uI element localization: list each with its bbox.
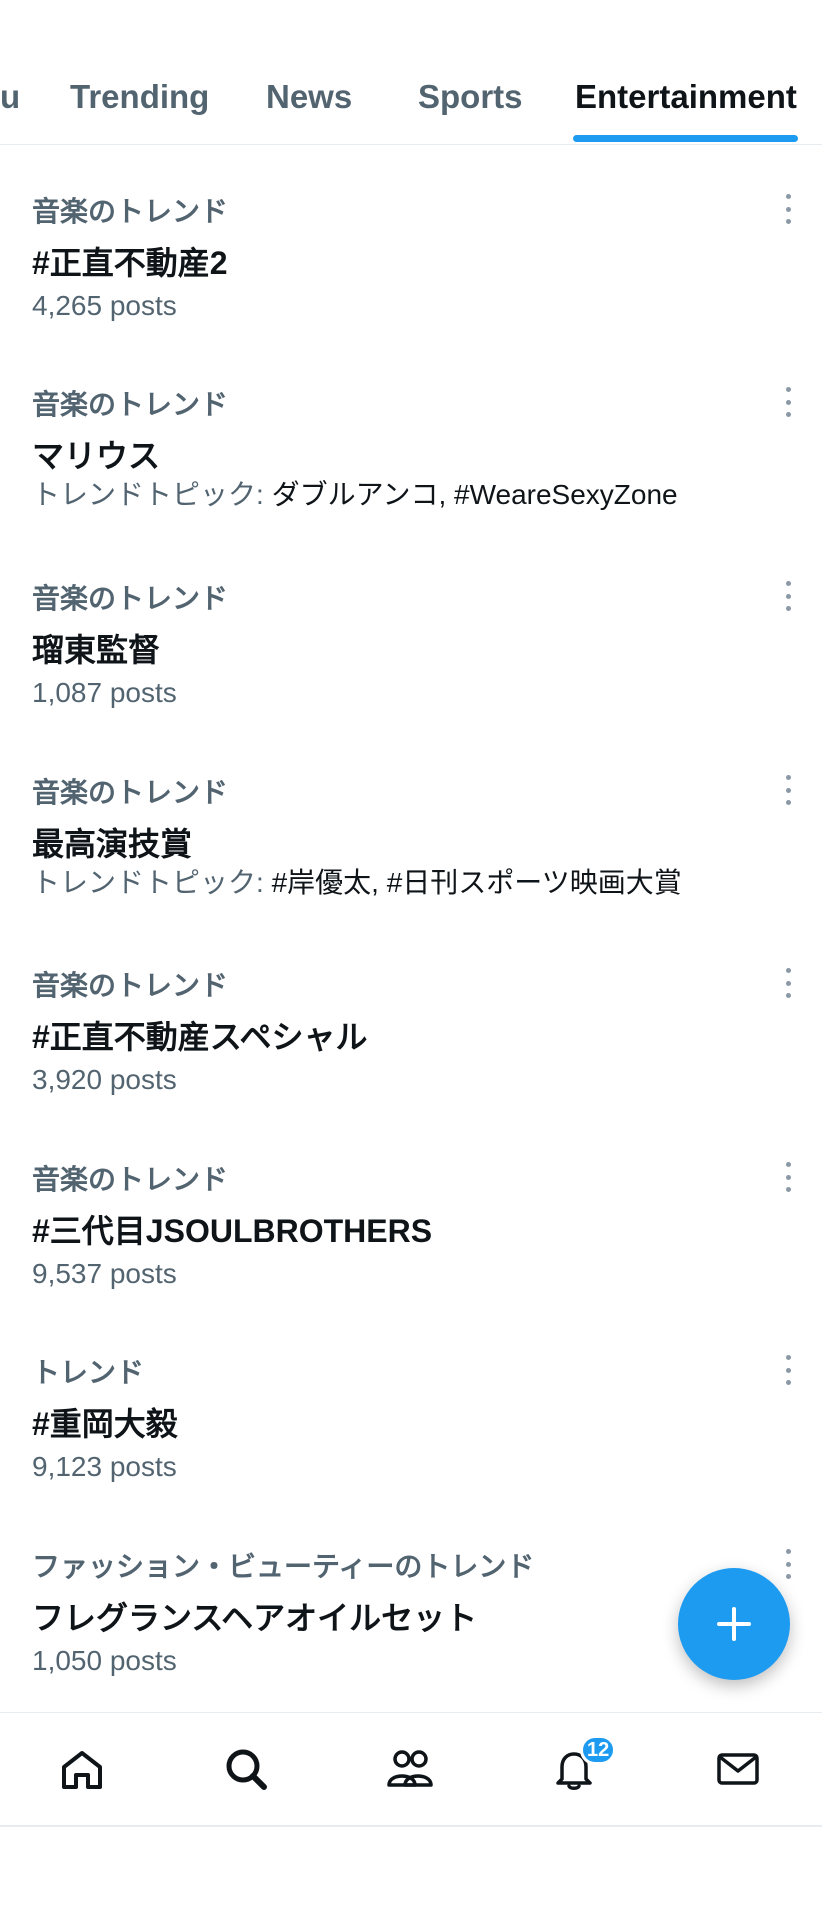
more-options-icon[interactable] (778, 581, 798, 611)
more-options-icon[interactable] (778, 775, 798, 805)
tab-news[interactable]: News (266, 78, 352, 116)
nav-messages-button[interactable] (710, 1741, 766, 1797)
trend-category: 音楽のトレンド (32, 196, 229, 227)
more-options-icon[interactable] (778, 1549, 798, 1579)
notification-count-badge: 12 (580, 1735, 617, 1765)
trend-topics-values: ダブルアンコ, #WeareSexyZone (271, 479, 678, 510)
trend-name: #正直不動産2 (32, 245, 228, 281)
tab-trending[interactable]: Trending (70, 78, 209, 116)
trend-item[interactable]: トレンド #重岡大毅 9,123 posts (0, 1311, 822, 1503)
compose-plus-icon (717, 1607, 751, 1641)
trend-category: ファッション・ビューティーのトレンド (32, 1551, 535, 1582)
trend-name: マリウス (32, 438, 161, 474)
trend-topics: トレンドトピック: ダブルアンコ, #WeareSexyZone (32, 473, 678, 513)
trend-post-count: 4,265 posts (32, 290, 177, 321)
explore-tabs: u Trending News Sports Entertainment (0, 0, 822, 145)
trend-item[interactable]: 音楽のトレンド マリウス トレンドトピック: ダブルアンコ, #WeareSex… (0, 343, 822, 535)
trend-post-count: 9,537 posts (32, 1258, 177, 1289)
trend-category: 音楽のトレンド (32, 1164, 229, 1195)
trend-item[interactable]: 音楽のトレンド 最高演技賞 トレンドトピック: #岸優太, #日刊スポーツ映画大… (0, 731, 822, 923)
trend-topics: トレンドトピック: #岸優太, #日刊スポーツ映画大賞 (32, 861, 682, 901)
compose-button[interactable] (678, 1568, 790, 1680)
communities-icon (387, 1750, 433, 1787)
messages-icon (717, 1753, 759, 1785)
trend-topics-label: トレンドトピック: (32, 867, 272, 898)
trend-category: 音楽のトレンド (32, 389, 229, 420)
home-icon (62, 1751, 102, 1789)
trend-post-count: 9,123 posts (32, 1451, 177, 1482)
tab-sports[interactable]: Sports (418, 78, 523, 116)
trend-name: #重岡大毅 (32, 1406, 178, 1442)
trend-post-count: 3,920 posts (32, 1064, 177, 1095)
trend-topics-values: #岸優太, #日刊スポーツ映画大賞 (271, 867, 682, 898)
trend-category: トレンド (32, 1357, 145, 1388)
trend-name: 最高演技賞 (32, 826, 193, 862)
trend-item[interactable]: 音楽のトレンド #正直不動産2 4,265 posts (0, 150, 822, 342)
nav-search-button[interactable] (218, 1741, 274, 1797)
trend-post-count: 1,087 posts (32, 677, 177, 708)
active-tab-indicator (573, 135, 798, 142)
more-options-icon[interactable] (778, 387, 798, 417)
more-options-icon[interactable] (778, 1162, 798, 1192)
tab-for-you[interactable]: u (0, 78, 20, 116)
trend-post-count: 1,050 posts (32, 1645, 177, 1676)
trend-item[interactable]: 音楽のトレンド #三代目JSOULBROTHERS 9,537 posts (0, 1118, 822, 1310)
trend-name: #正直不動産スペシャル (32, 1019, 368, 1055)
more-options-icon[interactable] (778, 968, 798, 998)
bottom-navigation: 12 (0, 1712, 822, 1827)
trend-category: 音楽のトレンド (32, 777, 229, 808)
more-options-icon[interactable] (778, 194, 798, 224)
trend-name: 瑠東監督 (32, 632, 161, 668)
search-icon (226, 1749, 267, 1790)
trend-category: 音楽のトレンド (32, 970, 229, 1001)
nav-home-button[interactable] (54, 1741, 110, 1797)
trend-item[interactable]: 音楽のトレンド #正直不動産スペシャル 3,920 posts (0, 924, 822, 1116)
nav-communities-button[interactable] (382, 1741, 438, 1797)
trend-category: 音楽のトレンド (32, 583, 229, 614)
tab-entertainment[interactable]: Entertainment (575, 78, 797, 116)
trend-topics-label: トレンドトピック: (32, 479, 272, 510)
trend-name: #三代目JSOULBROTHERS (32, 1213, 433, 1249)
more-options-icon[interactable] (778, 1355, 798, 1385)
trend-item[interactable]: 音楽のトレンド 瑠東監督 1,087 posts (0, 537, 822, 729)
trend-name: フレグランスヘアオイルセット (32, 1600, 478, 1636)
